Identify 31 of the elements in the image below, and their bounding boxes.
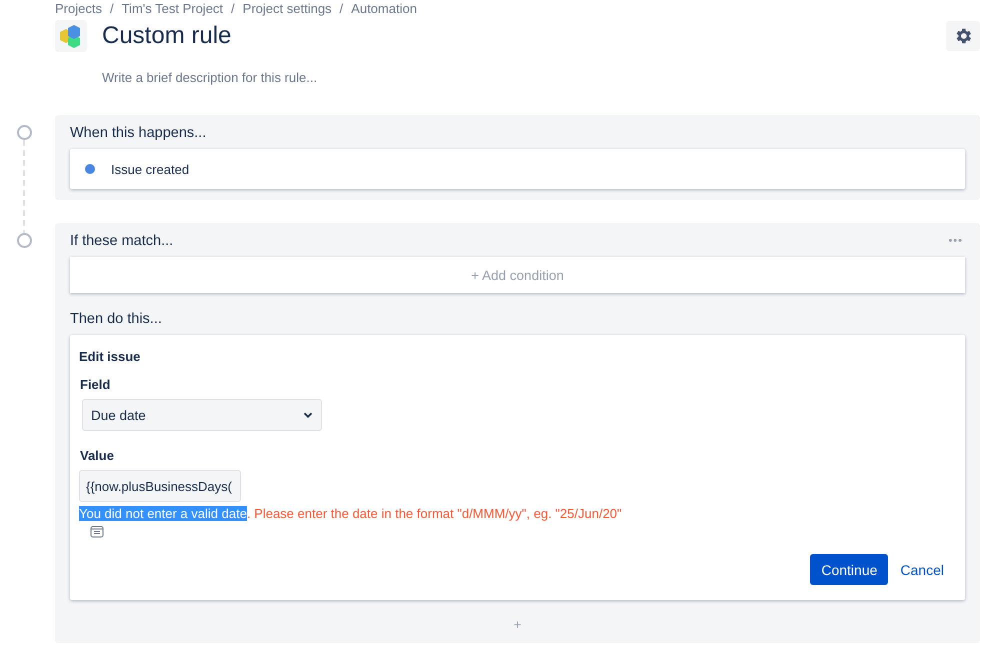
- trigger-label: Issue created: [111, 162, 190, 176]
- card-title: Edit issue: [79, 349, 142, 364]
- section-heading: When this happens...: [70, 125, 206, 141]
- cubes-icon: [55, 20, 87, 52]
- continue-button[interactable]: Continue: [810, 554, 888, 585]
- section-heading: Then do this...: [70, 311, 162, 327]
- cancel-link[interactable]: Cancel: [900, 562, 956, 578]
- chevron-down-icon: [303, 410, 313, 420]
- breadcrumb-link[interactable]: Project settings: [242, 1, 332, 16]
- trigger-card[interactable]: Issue created: [70, 149, 965, 189]
- breadcrumb-link[interactable]: Automation: [351, 1, 417, 16]
- field-select[interactable]: Due date: [82, 399, 322, 431]
- value-field[interactable]: {{now.plusBusinessDays(: [79, 470, 241, 502]
- step-node-icon: [17, 233, 32, 248]
- error-message: You did not enter a valid date. Please enter the date in the format "d/MMM/yy", eg. "25/Jun/20": [79, 506, 623, 521]
- breadcrumb-separator: /: [231, 1, 235, 16]
- add-condition-button[interactable]: + Add condition: [70, 257, 965, 293]
- section-heading: If these match...: [70, 233, 174, 249]
- add-action-button[interactable]: +: [70, 617, 965, 632]
- step-node-icon: [17, 125, 32, 140]
- breadcrumb-link[interactable]: Projects: [55, 1, 102, 16]
- breadcrumb-link[interactable]: Tim's Test Project: [122, 1, 224, 16]
- rule-title: Custom rule: [102, 22, 232, 50]
- breadcrumb-separator: /: [110, 1, 114, 16]
- calendar-icon[interactable]: [90, 525, 104, 538]
- description-field[interactable]: Write a brief description for this rule...: [102, 70, 502, 85]
- settings-icon[interactable]: [946, 21, 980, 51]
- field-label: Field: [80, 377, 112, 392]
- breadcrumb-separator: /: [340, 1, 344, 16]
- value-label: Value: [80, 448, 115, 463]
- more-button[interactable]: •••: [948, 235, 963, 247]
